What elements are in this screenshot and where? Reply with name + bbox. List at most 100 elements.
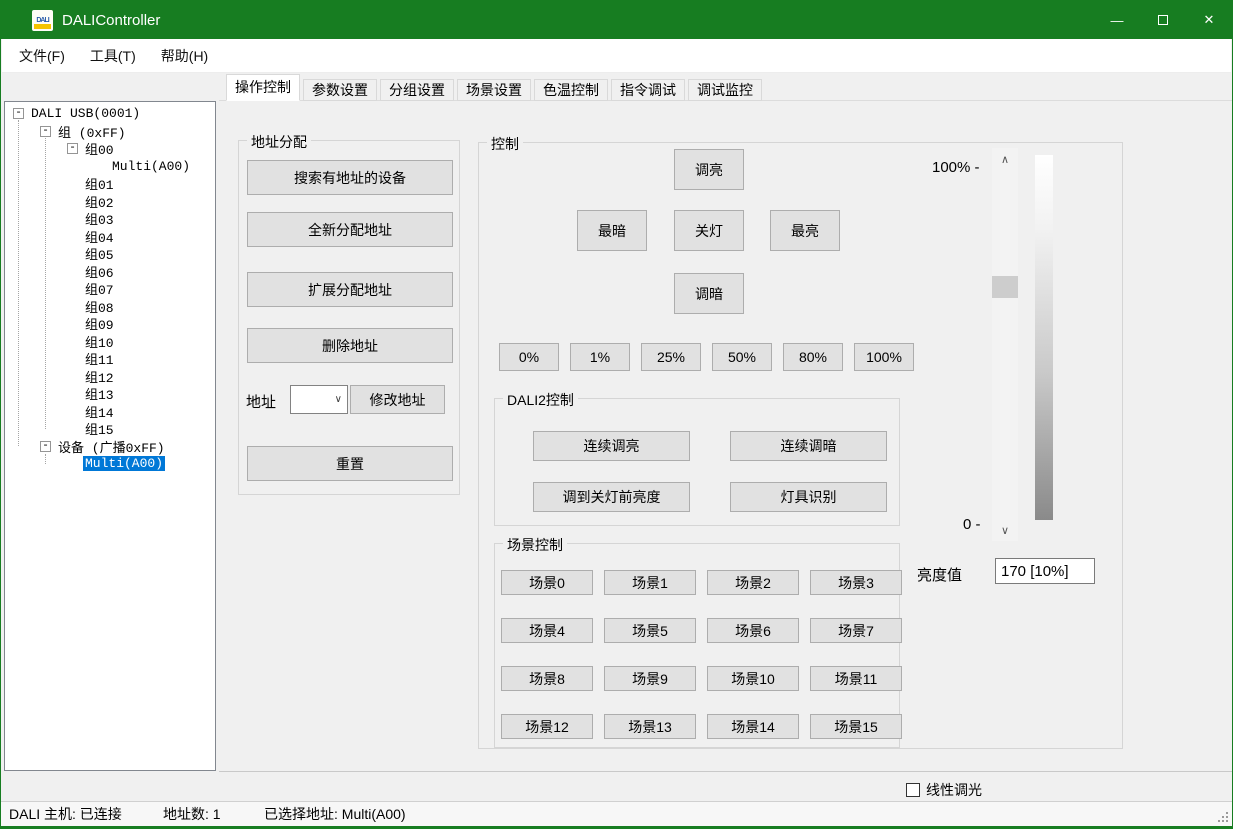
dali2-action-button[interactable]: 调到关灯前亮度 [533,482,690,512]
tab[interactable]: 调试监控 [688,79,762,101]
tab[interactable]: 指令调试 [611,79,685,101]
tree-item[interactable]: - Multi(A00) [5,158,215,176]
tree-item-label: 组07 [83,279,116,298]
scene-button[interactable]: 场景6 [707,618,799,643]
address-action-button[interactable]: 搜索有地址的设备 [247,160,453,195]
tree-item[interactable]: - 组14 [5,403,215,421]
dali2-action-button[interactable]: 连续调亮 [533,431,690,461]
scene-button[interactable]: 场景9 [604,666,696,691]
tab[interactable]: 场景设置 [457,79,531,101]
tree-item[interactable]: - 组10 [5,333,215,351]
tree-item[interactable]: - DALI USB(0001) [5,105,215,123]
tree-item[interactable]: - 组07 [5,280,215,298]
tree-item[interactable]: - 组04 [5,228,215,246]
address-action-button[interactable]: 删除地址 [247,328,453,363]
linear-dimming-checkbox[interactable] [906,783,920,797]
tree-item[interactable]: - 组13 [5,385,215,403]
scene-button[interactable]: 场景14 [707,714,799,739]
tree-expander-icon[interactable]: - [67,143,78,154]
window-controls: — ✕ [1094,1,1232,39]
tree-list: - DALI USB(0001) - 组 (0xFF) - 组00 - Mult… [5,102,215,473]
brightness-scrollbar[interactable]: ∧ ∨ [992,148,1018,541]
tab[interactable]: 分组设置 [380,79,454,101]
menu-item[interactable]: 帮助(H) [161,46,208,66]
menu-item[interactable]: 文件(F) [19,46,65,66]
title-bar: DALI DALIController — ✕ [1,1,1232,39]
menu-item[interactable]: 工具(T) [90,46,136,66]
tree-item-label: 组06 [83,262,116,281]
dali2-action-button[interactable]: 连续调暗 [730,431,887,461]
tree-item-label: 组11 [83,349,116,368]
dali2-group-title: DALI2控制 [503,390,578,410]
scrollbar-thumb[interactable] [992,276,1018,298]
tree-item-label: 组00 [83,139,116,158]
percent-button[interactable]: 100% [854,343,914,371]
percent-buttons: 0% 1% 25% 50% 80% 100% [499,343,914,371]
scene-button[interactable]: 场景7 [810,618,902,643]
app-icon[interactable]: DALI [32,10,53,31]
tree-item[interactable]: - Multi(A00) [5,455,215,473]
tab[interactable]: 操作控制 [226,74,300,101]
linear-dimming-option: 线性调光 [906,780,982,800]
percent-button[interactable]: 25% [641,343,701,371]
address-action-button[interactable]: 扩展分配地址 [247,272,453,307]
scroll-up-icon[interactable]: ∧ [992,150,1018,168]
maximize-button[interactable] [1140,1,1186,39]
tab[interactable]: 色温控制 [534,79,608,101]
address-combobox[interactable]: ∨ [290,385,348,414]
light-off-button[interactable]: 关灯 [674,210,744,251]
app-icon-letters: DALI [36,17,48,24]
dim-button[interactable]: 调暗 [674,273,744,314]
tab-strip: 操作控制 参数设置 分组设置 场景设置 色温控制 指令调试 调试监控 [226,74,765,101]
scene-button[interactable]: 场景10 [707,666,799,691]
scene-button[interactable]: 场景2 [707,570,799,595]
tree-item[interactable]: - 组02 [5,193,215,211]
tree-expander-icon[interactable]: - [40,441,51,452]
tree-item[interactable]: - 组12 [5,368,215,386]
tree-item[interactable]: - 组09 [5,315,215,333]
scene-button[interactable]: 场景11 [810,666,902,691]
slider-top-label: 100% - [932,159,980,176]
minimize-button[interactable]: — [1094,1,1140,39]
tree-item[interactable]: - 组01 [5,175,215,193]
tree-expander-icon[interactable]: - [40,126,51,137]
max-brightness-button[interactable]: 最亮 [770,210,840,251]
tree-expander-icon[interactable]: - [13,108,24,119]
tree-item[interactable]: - 组05 [5,245,215,263]
scene-button[interactable]: 场景8 [501,666,593,691]
tree-item[interactable]: - 组06 [5,263,215,281]
scroll-down-icon[interactable]: ∨ [992,521,1018,539]
tree-item[interactable]: - 组03 [5,210,215,228]
scene-button[interactable]: 场景1 [604,570,696,595]
percent-button[interactable]: 0% [499,343,559,371]
tree-item-label: 组12 [83,367,116,386]
scene-button[interactable]: 场景13 [604,714,696,739]
close-button[interactable]: ✕ [1186,1,1232,39]
modify-address-button[interactable]: 修改地址 [350,385,445,414]
scene-button[interactable]: 场景4 [501,618,593,643]
scene-button[interactable]: 场景5 [604,618,696,643]
scene-buttons: 场景0 场景1 场景2 场景3 场景4 场景5 场景6 场景7 [501,570,902,739]
tree-item[interactable]: - 组08 [5,298,215,316]
percent-button[interactable]: 80% [783,343,843,371]
tree-item[interactable]: - 组00 [5,140,215,158]
min-brightness-button[interactable]: 最暗 [577,210,647,251]
scene-button[interactable]: 场景3 [810,570,902,595]
tree-item[interactable]: - 组 (0xFF) [5,123,215,141]
resize-grip[interactable] [1226,820,1228,822]
scene-button[interactable]: 场景15 [810,714,902,739]
dali2-action-button[interactable]: 灯具识别 [730,482,887,512]
scene-button[interactable]: 场景12 [501,714,593,739]
percent-button[interactable]: 50% [712,343,772,371]
brighten-button[interactable]: 调亮 [674,149,744,190]
tree-item[interactable]: - 设备 (广播0xFF) [5,438,215,456]
brightness-value-label: 亮度值 [917,564,962,585]
address-action-button[interactable]: 全新分配地址 [247,212,453,247]
scene-button[interactable]: 场景0 [501,570,593,595]
reset-button[interactable]: 重置 [247,446,453,481]
tab[interactable]: 参数设置 [303,79,377,101]
tree-item[interactable]: - 组15 [5,420,215,438]
percent-button[interactable]: 1% [570,343,630,371]
tree-item[interactable]: - 组11 [5,350,215,368]
brightness-value-field[interactable]: 170 [10%] [995,558,1095,584]
